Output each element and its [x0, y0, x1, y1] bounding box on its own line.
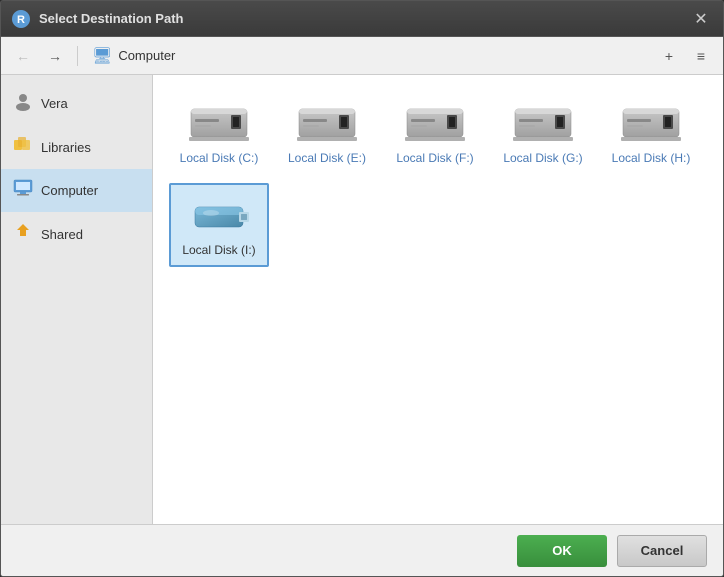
file-label-h: Local Disk (H:) — [612, 151, 691, 165]
new-folder-button[interactable]: + — [655, 43, 683, 69]
sidebar-label-computer: Computer — [41, 183, 98, 198]
sidebar-item-computer[interactable]: Computer — [1, 169, 152, 212]
sidebar-label-libraries: Libraries — [41, 140, 91, 155]
file-label-g: Local Disk (G:) — [503, 151, 582, 165]
toolbar: ← → 🖥 Computer + ≡ — [1, 37, 723, 75]
sidebar-label-shared: Shared — [41, 227, 83, 242]
sidebar: Vera Libraries — [1, 75, 153, 524]
view-toggle-button[interactable]: ≡ — [687, 43, 715, 69]
file-item-i[interactable]: Local Disk (I:) — [169, 183, 269, 267]
sidebar-item-vera[interactable]: Vera — [1, 81, 152, 126]
dialog-icon: R — [11, 9, 31, 29]
file-grid: Local Disk (C:) — [153, 75, 723, 524]
file-item-c[interactable]: Local Disk (C:) — [169, 91, 269, 175]
footer: OK Cancel — [1, 524, 723, 576]
file-item-h[interactable]: Local Disk (H:) — [601, 91, 701, 175]
forward-button[interactable]: → — [41, 43, 69, 69]
vera-icon — [13, 91, 33, 116]
sidebar-label-vera: Vera — [41, 96, 68, 111]
location-icon: 🖥 — [92, 46, 112, 66]
hdd-g-icon — [511, 101, 575, 145]
back-button[interactable]: ← — [9, 43, 37, 69]
ok-button[interactable]: OK — [517, 535, 607, 567]
main-content: Vera Libraries — [1, 75, 723, 524]
computer-icon — [13, 179, 33, 202]
usb-i-icon — [187, 193, 251, 237]
file-item-e[interactable]: Local Disk (E:) — [277, 91, 377, 175]
sidebar-item-libraries[interactable]: Libraries — [1, 126, 152, 169]
file-label-f: Local Disk (F:) — [396, 151, 473, 165]
hdd-e-icon — [295, 101, 359, 145]
hdd-f-icon — [403, 101, 467, 145]
select-destination-dialog: R Select Destination Path ✕ ← → 🖥 Comput… — [0, 0, 724, 577]
libraries-icon — [13, 136, 33, 159]
close-button[interactable]: ✕ — [689, 7, 713, 31]
file-label-e: Local Disk (E:) — [288, 151, 366, 165]
shared-icon — [13, 222, 33, 247]
hdd-c-icon — [187, 101, 251, 145]
svg-text:R: R — [17, 14, 25, 26]
dialog-title: Select Destination Path — [39, 11, 689, 26]
toolbar-separator — [77, 46, 78, 66]
file-item-f[interactable]: Local Disk (F:) — [385, 91, 485, 175]
sidebar-item-shared[interactable]: Shared — [1, 212, 152, 257]
file-label-i: Local Disk (I:) — [182, 243, 255, 257]
file-label-c: Local Disk (C:) — [180, 151, 259, 165]
toolbar-actions: + ≡ — [655, 43, 715, 69]
file-item-g[interactable]: Local Disk (G:) — [493, 91, 593, 175]
hdd-h-icon — [619, 101, 683, 145]
title-bar: R Select Destination Path ✕ — [1, 1, 723, 37]
location-text: Computer — [118, 48, 175, 63]
cancel-button[interactable]: Cancel — [617, 535, 707, 567]
location-bar: 🖥 Computer — [86, 46, 651, 66]
